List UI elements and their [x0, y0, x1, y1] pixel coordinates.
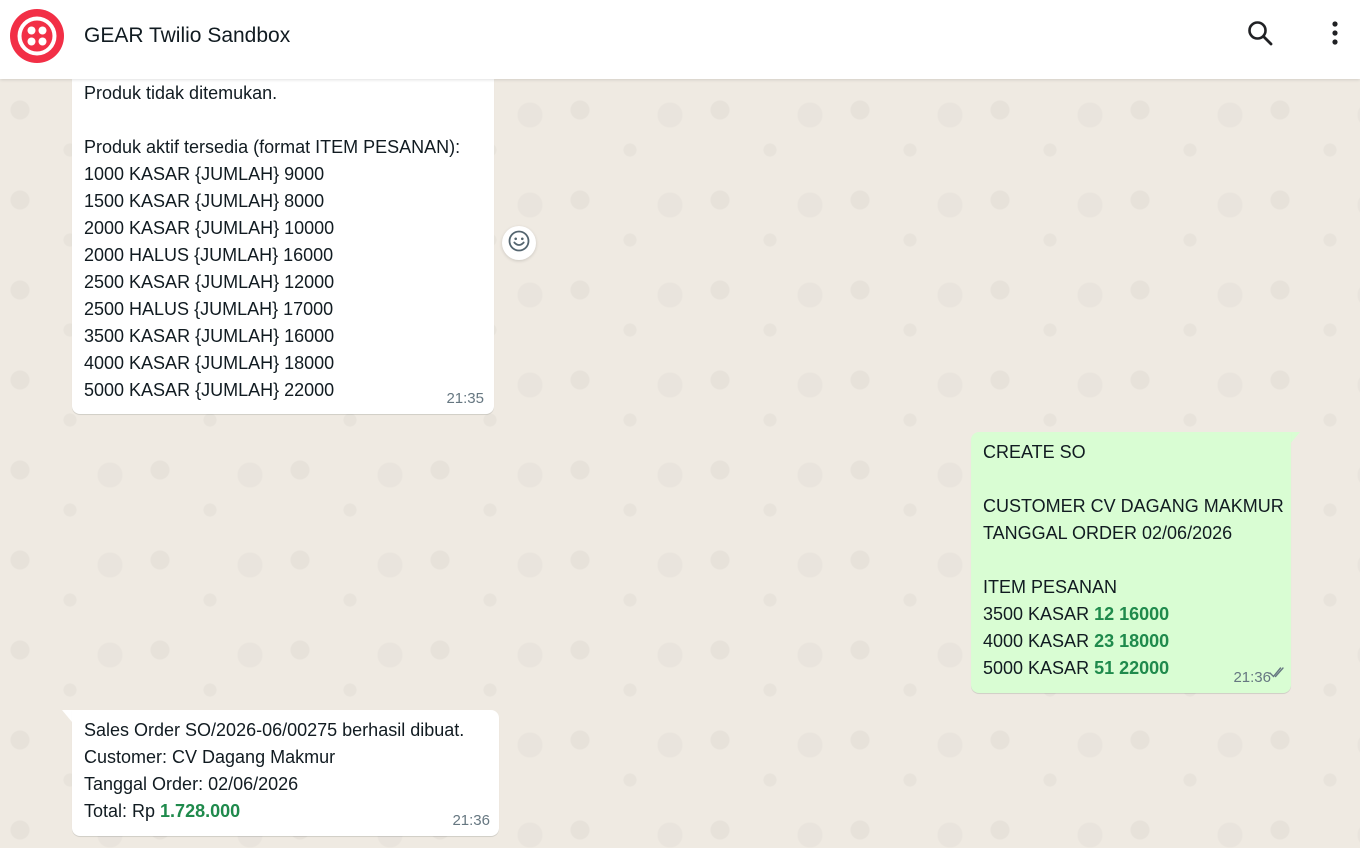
bubble-tail [1290, 432, 1300, 444]
item-qty-price: 51 22000 [1094, 658, 1170, 678]
message-line: 3500 KASAR {JUMLAH} 16000 [84, 326, 335, 346]
message-line [983, 547, 1283, 574]
message-line: 5000 KASAR {JUMLAH} 22000 [84, 380, 335, 400]
message-line: TANGGAL ORDER 02/06/2026 [983, 523, 1233, 543]
outgoing-message[interactable]: CREATE SO CUSTOMER CV DAGANG MAKMUR TANG… [971, 432, 1291, 693]
incoming-message[interactable]: Produk tidak ditemukan. Produk aktif ter… [72, 79, 494, 414]
item-name: 4000 KASAR [983, 631, 1095, 651]
message-text: Sales Order SO/2026-06/00275 berhasil di… [84, 717, 489, 825]
item-name: 3500 KASAR [983, 604, 1095, 624]
message-line: 2500 KASAR {JUMLAH} 12000 [84, 272, 335, 292]
message-line: CUSTOMER CV DAGANG MAKMUR [983, 496, 1284, 516]
emoji-icon [507, 229, 531, 258]
twilio-logo[interactable] [10, 9, 64, 63]
total-label: Total: Rp [84, 801, 161, 821]
bubble-tail [62, 710, 72, 722]
message-line: Customer: CV Dagang Makmur [84, 747, 336, 767]
message-line: 2000 HALUS {JUMLAH} 16000 [84, 245, 334, 265]
total-value: 1.728.000 [160, 801, 241, 821]
message-line: ITEM PESANAN [983, 577, 1118, 597]
chat-title[interactable]: GEAR Twilio Sandbox [84, 22, 290, 50]
item-qty-price: 12 16000 [1094, 604, 1170, 624]
message-timestamp: 21:36 [1233, 669, 1271, 686]
total-line: Total: Rp 1.728.000 [84, 798, 489, 825]
message-line: 4000 KASAR {JUMLAH} 18000 [84, 353, 335, 373]
message-line: Tanggal Order: 02/06/2026 [84, 774, 299, 794]
incoming-message[interactable]: Sales Order SO/2026-06/00275 berhasil di… [72, 710, 499, 836]
message-line: CREATE SO [983, 442, 1086, 462]
message-line [983, 466, 1283, 493]
react-button[interactable] [502, 226, 536, 260]
message-timestamp: 21:35 [446, 390, 484, 407]
message-line: 2000 KASAR {JUMLAH} 10000 [84, 218, 335, 238]
message-line: Sales Order SO/2026-06/00275 berhasil di… [84, 720, 465, 740]
message-text: CREATE SO CUSTOMER CV DAGANG MAKMUR TANG… [983, 439, 1284, 682]
order-item-line: 4000 KASAR 23 18000 [983, 628, 1283, 655]
message-line [84, 107, 482, 134]
read-receipt-icon [1269, 659, 1287, 686]
search-icon [1246, 19, 1274, 52]
message-line: 1500 KASAR {JUMLAH} 8000 [84, 191, 325, 211]
message-line: 1000 KASAR {JUMLAH} 9000 [84, 164, 325, 184]
order-item-line: 3500 KASAR 12 16000 [983, 601, 1283, 628]
more-options-button[interactable] [1319, 19, 1351, 51]
kebab-menu-icon [1331, 20, 1339, 51]
message-line: Produk tidak ditemukan. [84, 83, 278, 103]
search-button[interactable] [1244, 19, 1276, 51]
message-timestamp: 21:36 [452, 812, 490, 829]
message-line: Produk aktif tersedia (format ITEM PESAN… [84, 137, 461, 157]
message-line: 2500 HALUS {JUMLAH} 17000 [84, 299, 334, 319]
item-qty-price: 23 18000 [1094, 631, 1170, 651]
chat-header: GEAR Twilio Sandbox [0, 0, 1360, 79]
message-text: Produk tidak ditemukan. Produk aktif ter… [84, 80, 482, 404]
item-name: 5000 KASAR [983, 658, 1095, 678]
